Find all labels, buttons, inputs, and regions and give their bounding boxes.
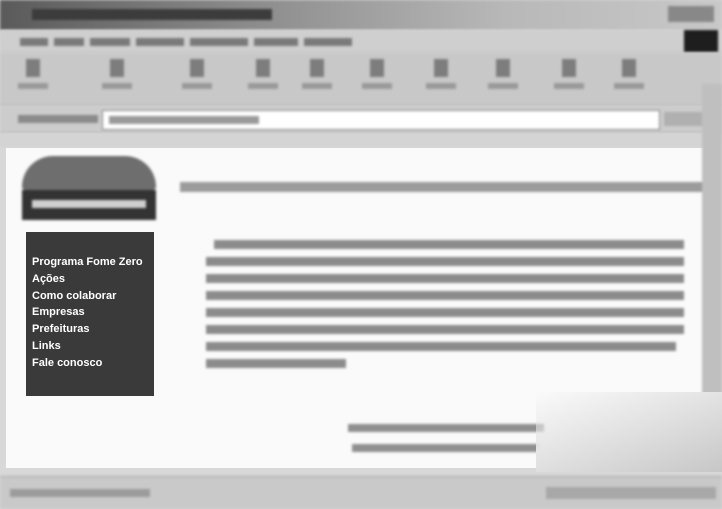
- address-label: [18, 115, 98, 123]
- mail-icon: [562, 59, 576, 77]
- vertical-scrollbar[interactable]: [702, 84, 722, 414]
- menu-item[interactable]: [54, 38, 84, 46]
- page-tagline: [180, 182, 714, 192]
- sidebar-item-programa-fome-zero[interactable]: Programa Fome Zero: [32, 254, 154, 271]
- page-curl: [536, 392, 722, 472]
- sidebar-item-prefeituras[interactable]: Prefeituras: [32, 321, 154, 338]
- star-icon: [434, 59, 448, 77]
- menu-item[interactable]: [304, 38, 352, 46]
- address-input[interactable]: [102, 110, 660, 130]
- menu-item[interactable]: [20, 38, 48, 46]
- browser-title-bar: [0, 0, 722, 30]
- home-button[interactable]: [300, 59, 334, 99]
- print-icon: [622, 59, 636, 77]
- sidebar-item-acoes[interactable]: Ações: [32, 271, 154, 288]
- window-controls[interactable]: [668, 6, 714, 22]
- back-icon: [26, 59, 40, 77]
- menu-bar: [0, 30, 722, 53]
- stop-button[interactable]: [180, 59, 214, 99]
- browser-toolbar: [0, 53, 722, 106]
- menu-item[interactable]: [136, 38, 184, 46]
- refresh-icon: [256, 59, 270, 77]
- status-bar: [0, 476, 722, 509]
- back-button[interactable]: [16, 59, 50, 99]
- forward-icon: [110, 59, 124, 77]
- browser-logo-icon: [684, 30, 718, 52]
- signature-block: [348, 422, 544, 458]
- address-bar: [0, 106, 722, 133]
- favorites-button[interactable]: [424, 59, 458, 99]
- sidebar-nav: Programa Fome Zero Ações Como colaborar …: [26, 232, 154, 396]
- sidebar-item-fale-conosco[interactable]: Fale conosco: [32, 355, 154, 372]
- mail-button[interactable]: [552, 59, 586, 99]
- menu-item[interactable]: [190, 38, 248, 46]
- address-text: [109, 116, 259, 124]
- sidebar-item-como-colaborar[interactable]: Como colaborar: [32, 288, 154, 305]
- history-button[interactable]: [486, 59, 520, 99]
- refresh-button[interactable]: [246, 59, 280, 99]
- stop-icon: [190, 59, 204, 77]
- print-button[interactable]: [612, 59, 646, 99]
- body-text: [206, 240, 692, 376]
- links-bar: [0, 133, 722, 147]
- home-icon: [310, 59, 324, 77]
- search-icon: [370, 59, 384, 77]
- sidebar-item-empresas[interactable]: Empresas: [32, 304, 154, 321]
- sidebar-item-links[interactable]: Links: [32, 338, 154, 355]
- search-button[interactable]: [360, 59, 394, 99]
- window-title: [32, 9, 272, 20]
- site-logo[interactable]: [22, 156, 156, 220]
- menu-item[interactable]: [254, 38, 298, 46]
- menu-item[interactable]: [90, 38, 130, 46]
- history-icon: [496, 59, 510, 77]
- status-text: [10, 489, 150, 497]
- forward-button[interactable]: [100, 59, 134, 99]
- status-zone: [546, 487, 716, 499]
